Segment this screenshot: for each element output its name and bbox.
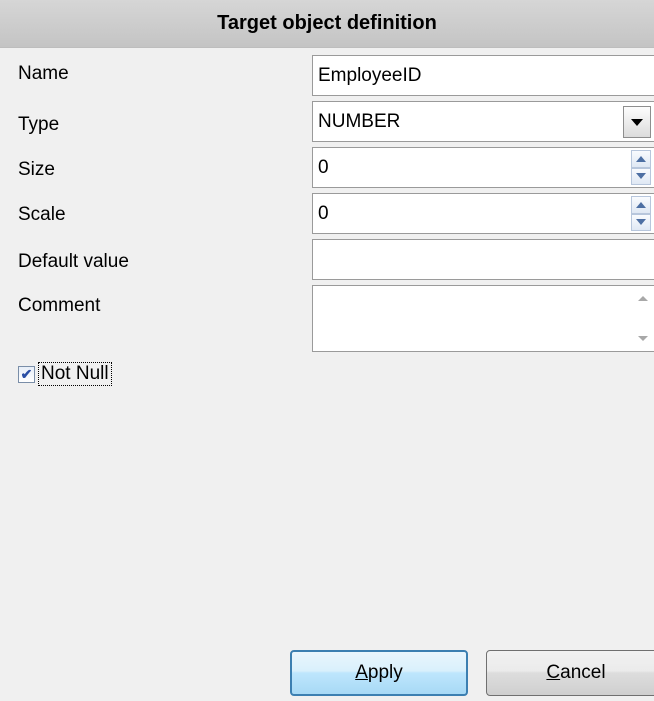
scale-stepper[interactable]: 0: [312, 193, 654, 234]
default-value-label: Default value: [18, 251, 129, 272]
cancel-button[interactable]: Cancel: [486, 650, 654, 696]
not-null-checkbox[interactable]: ✔: [18, 365, 35, 383]
apply-button[interactable]: Apply: [290, 650, 468, 696]
size-value: 0: [318, 156, 329, 178]
default-value-field[interactable]: [312, 239, 654, 280]
comment-scrollbar[interactable]: [633, 288, 653, 349]
name-label: Name: [18, 63, 69, 84]
size-label: Size: [18, 159, 55, 180]
size-spin: [631, 150, 651, 185]
type-select[interactable]: NUMBER: [312, 101, 654, 142]
spin-up-icon: [636, 155, 646, 162]
size-stepper[interactable]: 0: [312, 147, 654, 188]
scroll-down-icon: [638, 336, 648, 341]
cancel-button-label: Cancel: [546, 662, 606, 683]
not-null-option[interactable]: ✔ Not Null: [18, 362, 112, 386]
size-spin-down-button[interactable]: [631, 167, 651, 185]
size-spin-up-button[interactable]: [631, 150, 651, 168]
checkmark-icon: ✔: [20, 366, 33, 382]
not-null-label: Not Null: [38, 362, 112, 386]
apply-button-label: Apply: [355, 662, 403, 683]
panel-title: Target object definition: [217, 12, 437, 34]
type-label: Type: [18, 114, 60, 135]
spin-down-icon: [636, 219, 646, 226]
scroll-up-icon: [638, 296, 648, 301]
name-value: EmployeeID: [318, 64, 422, 86]
spin-up-icon: [636, 201, 646, 208]
panel-header: Target object definition: [0, 0, 654, 48]
comment-label: Comment: [18, 295, 101, 316]
comment-field[interactable]: [312, 285, 654, 352]
chevron-down-icon: [631, 118, 643, 126]
scale-label: Scale: [18, 204, 66, 225]
type-value: NUMBER: [318, 110, 401, 132]
name-field[interactable]: EmployeeID: [312, 55, 654, 96]
scale-spin-up-button[interactable]: [631, 196, 651, 214]
type-dropdown-button[interactable]: [623, 106, 651, 138]
scale-value: 0: [318, 202, 329, 224]
scale-spin: [631, 196, 651, 231]
spin-down-icon: [636, 173, 646, 180]
scale-spin-down-button[interactable]: [631, 213, 651, 231]
